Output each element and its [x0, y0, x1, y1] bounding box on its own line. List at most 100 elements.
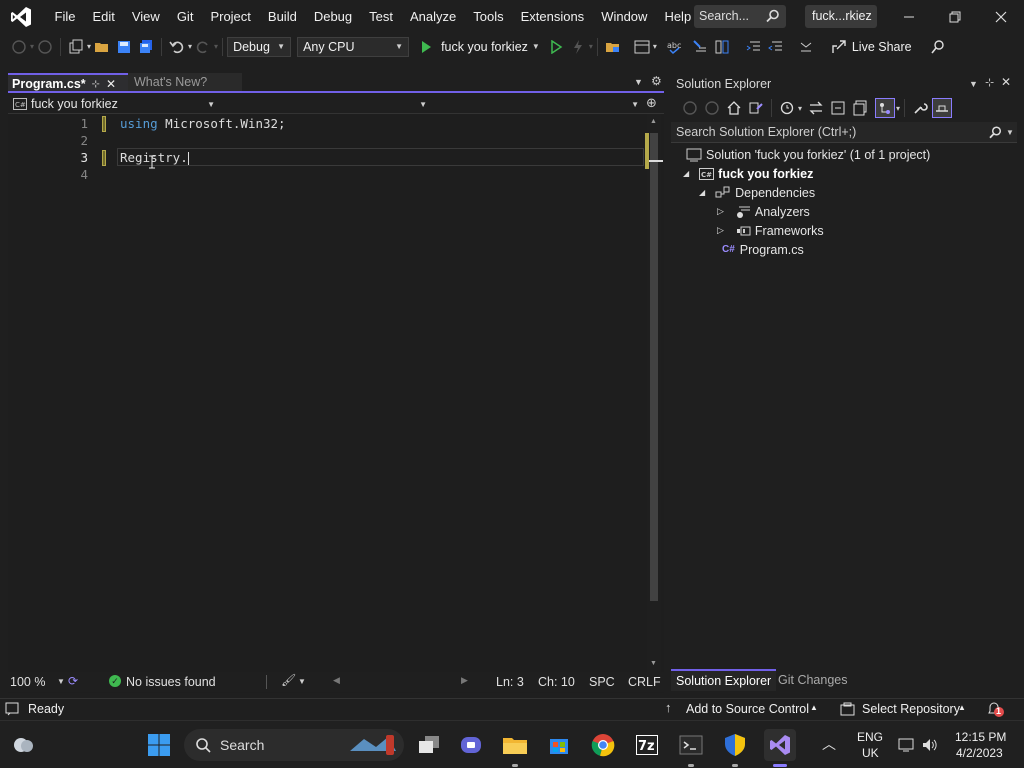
code-editor[interactable]: 1 2 3 4 using Microsoft.Win32; Registry. — [8, 114, 648, 674]
menu-test[interactable]: Test — [361, 0, 402, 33]
cleanup-dropdown-icon[interactable]: ▼ — [298, 677, 306, 686]
pin-icon[interactable]: ⊹ — [92, 79, 100, 90]
tab-git-changes[interactable]: Git Changes — [773, 671, 852, 689]
menu-edit[interactable]: Edit — [84, 0, 123, 33]
search-icon[interactable] — [989, 126, 1002, 139]
indent-icon[interactable] — [743, 37, 763, 57]
live-share-icon[interactable] — [829, 37, 849, 57]
layout-icon[interactable] — [632, 37, 652, 57]
whitespace-indicator[interactable]: SPC — [589, 675, 615, 689]
code-cleanup-icon[interactable]: 🖌 — [281, 673, 296, 687]
browse-folder-icon[interactable] — [603, 37, 623, 57]
scroll-left-icon[interactable]: ◀ — [333, 675, 340, 686]
gear-icon[interactable]: ⚙ — [651, 74, 662, 88]
menu-git[interactable]: Git — [168, 0, 202, 33]
back-dropdown-icon[interactable]: ▾ — [30, 42, 34, 51]
collapsed-arrow-icon[interactable]: ▷ — [717, 225, 724, 236]
expanded-arrow-icon[interactable]: ◢ — [699, 188, 705, 197]
open-folder-icon[interactable] — [92, 37, 112, 57]
run-target-button[interactable]: fuck you forkiez — [441, 40, 528, 54]
menu-window[interactable]: Window — [593, 0, 656, 33]
zoom-level[interactable]: 100 % — [10, 675, 45, 689]
terminal-icon[interactable] — [675, 729, 707, 767]
properties-wrench-icon[interactable] — [910, 98, 930, 118]
teams-chat-icon[interactable] — [455, 729, 487, 761]
menu-project[interactable]: Project — [202, 0, 259, 33]
redo-dropdown-icon[interactable]: ▾ — [214, 42, 218, 51]
global-search-box[interactable]: Search... — [694, 5, 786, 28]
hot-reload-icon[interactable] — [568, 37, 588, 57]
show-all-files-icon[interactable] — [850, 98, 870, 118]
spell-check-icon[interactable]: abc — [665, 37, 685, 57]
file-explorer-icon[interactable] — [499, 729, 531, 767]
input-language[interactable]: ENG — [857, 730, 883, 744]
split-window-icon[interactable]: ⊕ — [646, 95, 657, 111]
back-icon[interactable] — [9, 37, 29, 57]
home-icon[interactable] — [724, 98, 744, 118]
menu-view[interactable]: View — [123, 0, 168, 33]
tree-project-node[interactable]: ◢ C# fuck you forkiez — [683, 164, 813, 183]
task-view-icon[interactable] — [413, 729, 445, 761]
microsoft-store-icon[interactable] — [543, 729, 575, 761]
save-all-icon[interactable] — [136, 37, 156, 57]
minimize-icon[interactable] — [886, 0, 932, 33]
tree-dependencies-node[interactable]: ◢ Dependencies — [699, 183, 815, 202]
chevron-up-icon[interactable]: ▲ — [810, 703, 818, 712]
tree-analyzers-node[interactable]: ▷ Analyzers — [717, 202, 810, 221]
input-region[interactable]: UK — [862, 746, 879, 760]
menu-build[interactable]: Build — [259, 0, 305, 33]
solution-platform-select[interactable]: Any CPU ▼ — [297, 36, 410, 57]
visual-studio-logo-icon[interactable] — [9, 5, 33, 29]
tab-list-dropdown-icon[interactable]: ▼ — [634, 77, 643, 87]
menu-analyze[interactable]: Analyze — [401, 0, 464, 33]
scroll-up-icon[interactable]: ▲ — [650, 118, 657, 125]
preview-toggle-icon[interactable] — [932, 98, 953, 118]
weather-widget-icon[interactable] — [8, 729, 40, 761]
add-source-control-button[interactable]: Add to Source Control — [686, 702, 809, 716]
close-tab-icon[interactable]: ✕ — [106, 77, 116, 91]
pending-changes-filter-icon[interactable] — [777, 98, 797, 118]
solution-search-input[interactable]: Search Solution Explorer (Ctrl+;) ▼ — [671, 122, 1017, 143]
output-icon[interactable] — [5, 702, 19, 716]
volume-icon[interactable] — [921, 737, 939, 753]
run-play-icon[interactable] — [416, 37, 436, 57]
clock-time[interactable]: 12:15 PM — [955, 730, 1006, 744]
undo-icon[interactable] — [167, 37, 187, 57]
scrollbar-thumb[interactable] — [650, 133, 658, 601]
network-icon[interactable] — [898, 737, 916, 753]
zoom-dropdown-icon[interactable]: ▼ — [57, 677, 65, 686]
menu-debug[interactable]: Debug — [305, 0, 360, 33]
forward-icon[interactable] — [35, 37, 55, 57]
preview-dropdown-icon[interactable]: ▾ — [896, 104, 900, 113]
new-project-icon[interactable] — [66, 37, 86, 57]
new-dropdown-icon[interactable]: ▾ — [87, 42, 91, 51]
layout-dropdown-icon[interactable]: ▾ — [653, 42, 657, 51]
windows-start-icon[interactable] — [143, 729, 175, 761]
line-indicator[interactable]: Ln: 3 — [496, 675, 524, 689]
tab-whats-new[interactable]: What's New? — [128, 73, 242, 93]
collapsed-arrow-icon[interactable]: ▷ — [717, 206, 724, 217]
solution-title-badge[interactable]: fuck...rkiez — [805, 5, 877, 28]
show-hidden-icons-chevron-icon[interactable]: ︿ — [822, 734, 836, 754]
filter-dropdown-icon[interactable]: ▾ — [798, 104, 802, 113]
comment-icon[interactable] — [690, 37, 710, 57]
uncomment-icon[interactable] — [712, 37, 732, 57]
7zip-icon[interactable]: 7z — [631, 729, 663, 761]
visual-studio-taskbar-icon[interactable] — [764, 729, 796, 767]
tree-solution-node[interactable]: Solution 'fuck you forkiez' (1 of 1 proj… — [686, 145, 930, 164]
type-nav-select[interactable]: ▼ — [220, 95, 430, 113]
outdent-icon[interactable] — [765, 37, 785, 57]
tree-program-cs-node[interactable]: C# Program.cs — [722, 240, 804, 259]
chevron-up-icon[interactable]: ▲ — [958, 703, 966, 712]
line-ending-indicator[interactable]: CRLF — [628, 675, 661, 689]
preview-selected-items-icon[interactable] — [875, 98, 896, 118]
undo-dropdown-icon[interactable]: ▾ — [188, 42, 192, 51]
copilot-icon[interactable]: ⟳ — [68, 674, 78, 688]
tab-program-cs[interactable]: Program.cs* ⊹ ✕ — [8, 73, 128, 93]
toolbar-options-icon[interactable] — [796, 37, 816, 57]
menu-tools[interactable]: Tools — [465, 0, 512, 33]
sync-with-document-icon[interactable] — [806, 98, 826, 118]
solution-configuration-select[interactable]: Debug ▼ — [227, 36, 292, 57]
live-share-button[interactable]: Live Share — [852, 40, 912, 54]
restore-icon[interactable] — [932, 0, 978, 33]
